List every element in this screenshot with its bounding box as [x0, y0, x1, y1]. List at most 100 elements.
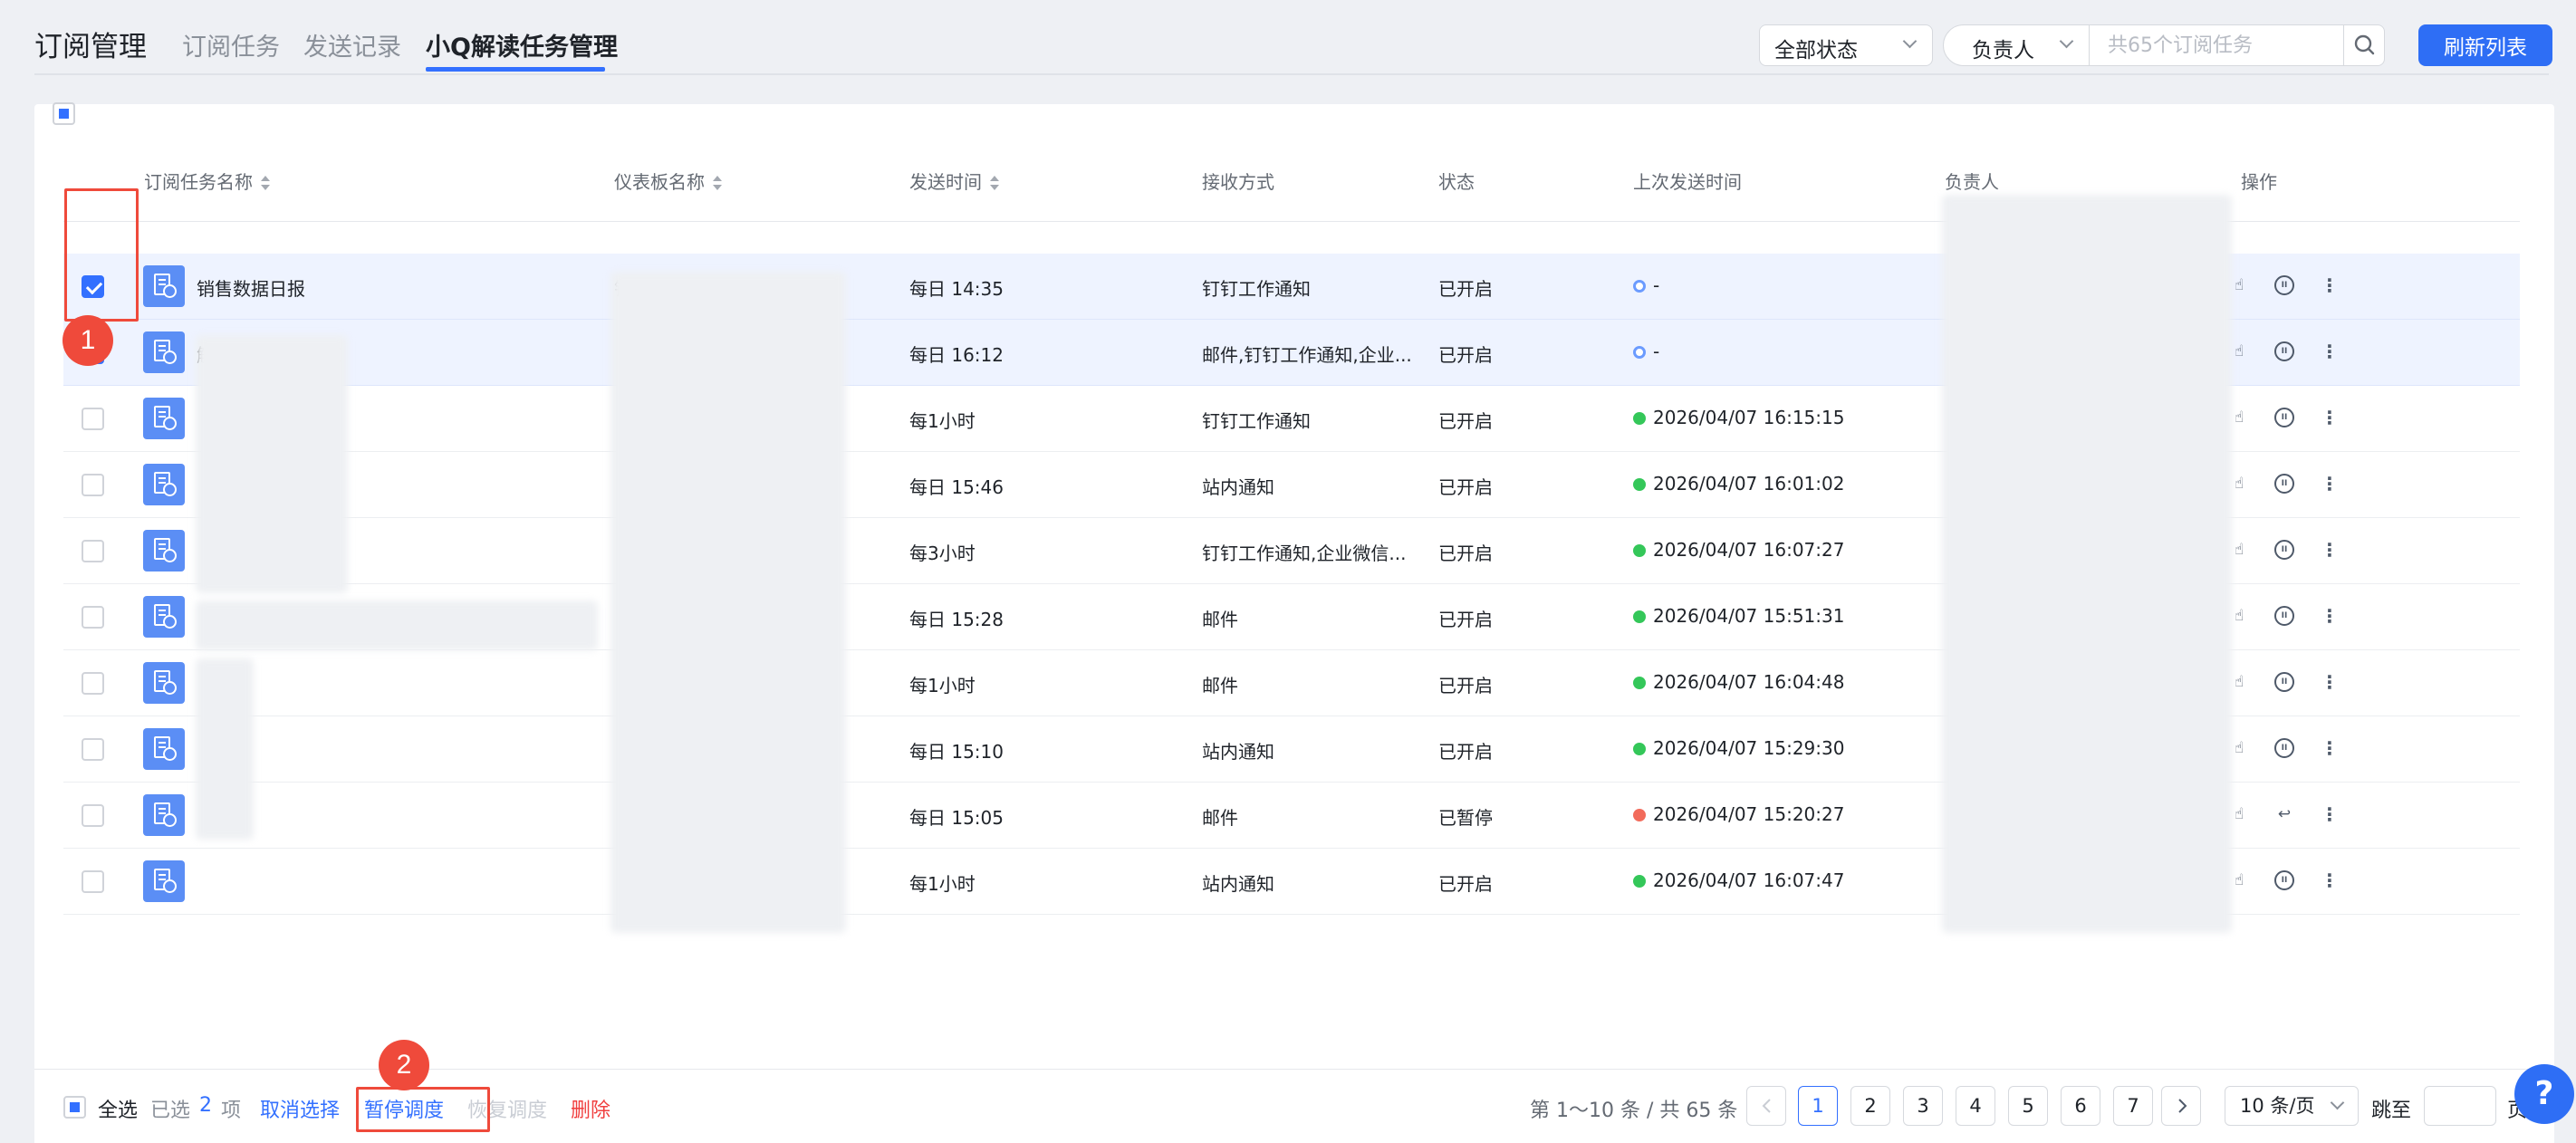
jump-page-input[interactable] — [2424, 1086, 2496, 1126]
receive-method: 站内通知 — [1202, 476, 1274, 498]
resume-action-icon[interactable]: ↩ — [2274, 804, 2294, 824]
more-actions-icon[interactable]: ⋮ — [2320, 275, 2340, 295]
more-actions-icon[interactable]: ⋮ — [2320, 540, 2340, 560]
last-send-time: 2026/04/07 15:51:31 — [1633, 605, 1844, 627]
row-checkbox[interactable] — [82, 540, 104, 562]
success-check-icon — [1633, 875, 1646, 888]
selected-count: 2 — [199, 1094, 212, 1117]
push-action-icon[interactable]: ☝ — [2229, 738, 2249, 758]
page-5-button[interactable]: 5 — [2008, 1086, 2048, 1126]
page-1-button[interactable]: 1 — [1798, 1086, 1838, 1126]
last-send-time-value: 2026/04/07 15:20:27 — [1653, 803, 1845, 825]
top-header: 订阅管理 订阅任务 发送记录 小Q解读任务管理 全部状态 负责人 刷新列表 — [0, 0, 2576, 75]
col-receive-method: 接收方式 — [1202, 171, 1274, 193]
success-check-icon — [1633, 610, 1646, 623]
task-status: 已开启 — [1438, 675, 1493, 696]
sort-icon — [989, 175, 1000, 193]
row-actions: ☝ II ⋮ — [2225, 670, 2352, 697]
next-page-button[interactable] — [2161, 1086, 2201, 1126]
annotation-box-1 — [64, 188, 139, 322]
task-icon — [143, 860, 185, 902]
row-checkbox[interactable] — [82, 870, 104, 893]
task-icon — [143, 398, 185, 439]
more-actions-icon[interactable]: ⋮ — [2320, 474, 2340, 494]
pause-action-icon[interactable]: II — [2274, 540, 2294, 560]
search-button[interactable] — [2343, 25, 2385, 65]
push-action-icon[interactable]: ☝ — [2229, 341, 2249, 361]
task-status: 已开启 — [1438, 278, 1493, 300]
redacted-region — [196, 335, 348, 593]
last-send-time: 2026/04/07 16:07:27 — [1633, 539, 1844, 561]
select-all-label[interactable]: 全选 — [98, 1094, 138, 1123]
page-2-button[interactable]: 2 — [1850, 1086, 1890, 1126]
more-actions-icon[interactable]: ⋮ — [2320, 804, 2340, 824]
row-actions: ☝ II ⋮ — [2225, 340, 2352, 367]
pause-action-icon[interactable]: II — [2274, 408, 2294, 427]
status-filter-select[interactable]: 全部状态 — [1759, 24, 1933, 66]
row-checkbox[interactable] — [82, 804, 104, 827]
push-action-icon[interactable]: ☝ — [2229, 408, 2249, 427]
task-name[interactable]: 销售数据日报 — [197, 274, 305, 301]
task-status: 已开启 — [1438, 476, 1493, 498]
pause-action-icon[interactable]: II — [2274, 738, 2294, 758]
chevron-down-icon — [2059, 34, 2074, 49]
last-send-time: 2026/04/07 15:20:27 — [1633, 803, 1844, 825]
page-6-button[interactable]: 6 — [2061, 1086, 2100, 1126]
task-table-panel: 订阅任务名称 仪表板名称 发送时间 接收方式 状态 上次发送时间 负责人 操作 … — [34, 102, 2554, 1143]
row-checkbox[interactable] — [82, 672, 104, 695]
col-last-send-time: 上次发送时间 — [1633, 171, 1742, 193]
header-select-all-checkbox[interactable] — [53, 102, 75, 125]
cancel-selection-button[interactable]: 取消选择 — [260, 1094, 340, 1123]
success-check-icon — [1633, 677, 1646, 689]
row-checkbox[interactable] — [82, 606, 104, 629]
refresh-list-button[interactable]: 刷新列表 — [2418, 24, 2552, 66]
success-check-icon — [1633, 743, 1646, 755]
search-icon — [2354, 34, 2375, 55]
footer-select-all-checkbox[interactable] — [63, 1096, 86, 1119]
last-send-time-value: 2026/04/07 16:15:15 — [1653, 407, 1845, 428]
page-4-button[interactable]: 4 — [1956, 1086, 1995, 1126]
push-action-icon[interactable]: ☝ — [2229, 804, 2249, 824]
pause-action-icon[interactable]: II — [2274, 474, 2294, 494]
row-checkbox[interactable] — [82, 474, 104, 496]
more-actions-icon[interactable]: ⋮ — [2320, 672, 2340, 692]
push-action-icon[interactable]: ☝ — [2229, 870, 2249, 890]
page-3-button[interactable]: 3 — [1903, 1086, 1943, 1126]
row-checkbox[interactable] — [82, 738, 104, 761]
push-action-icon[interactable]: ☝ — [2229, 275, 2249, 295]
more-actions-icon[interactable]: ⋮ — [2320, 870, 2340, 890]
prev-page-button[interactable] — [1746, 1086, 1786, 1126]
push-action-icon[interactable]: ☝ — [2229, 606, 2249, 626]
owner-filter-select[interactable]: 负责人 — [1944, 25, 2090, 65]
page-title: 订阅管理 — [34, 31, 147, 63]
more-actions-icon[interactable]: ⋮ — [2320, 408, 2340, 427]
col-task-name[interactable]: 订阅任务名称 — [144, 168, 271, 194]
page-7-button[interactable]: 7 — [2113, 1086, 2153, 1126]
tab-send-records[interactable]: 发送记录 — [303, 27, 401, 62]
more-actions-icon[interactable]: ⋮ — [2320, 341, 2340, 361]
tab-subscription-tasks[interactable]: 订阅任务 — [182, 27, 280, 62]
col-dashboard-name[interactable]: 仪表板名称 — [614, 168, 723, 194]
more-actions-icon[interactable]: ⋮ — [2320, 606, 2340, 626]
push-action-icon[interactable]: ☝ — [2229, 672, 2249, 692]
receive-method: 钉钉工作通知 — [1202, 278, 1311, 300]
pause-action-icon[interactable]: II — [2274, 606, 2294, 626]
search-input[interactable] — [2090, 25, 2343, 65]
task-status: 已开启 — [1438, 609, 1493, 630]
row-checkbox[interactable] — [82, 408, 104, 430]
push-action-icon[interactable]: ☝ — [2229, 540, 2249, 560]
pause-action-icon[interactable]: II — [2274, 275, 2294, 295]
push-action-icon[interactable]: ☝ — [2229, 474, 2249, 494]
row-actions: ☝ II ⋮ — [2225, 869, 2352, 896]
tab-xiaoq-task-management[interactable]: 小Q解读任务管理 — [426, 27, 618, 62]
col-send-time[interactable]: 发送时间 — [909, 168, 1000, 194]
col-actions: 操作 — [2241, 171, 2277, 193]
pause-action-icon[interactable]: II — [2274, 672, 2294, 692]
pause-action-icon[interactable]: II — [2274, 341, 2294, 361]
help-button[interactable]: ? — [2514, 1064, 2574, 1124]
more-actions-icon[interactable]: ⋮ — [2320, 738, 2340, 758]
page-size-select[interactable]: 10 条/页 — [2225, 1086, 2359, 1126]
delete-button[interactable]: 删除 — [571, 1094, 610, 1123]
task-icon — [143, 530, 185, 572]
pause-action-icon[interactable]: II — [2274, 870, 2294, 890]
